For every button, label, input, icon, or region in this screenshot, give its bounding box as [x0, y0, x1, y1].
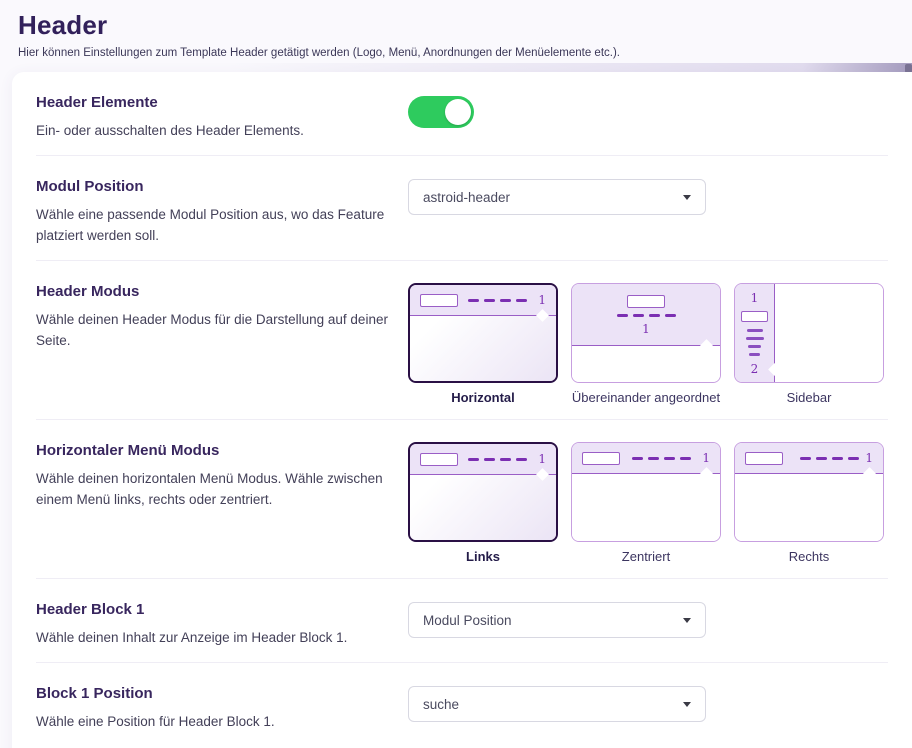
- block-number: 1: [702, 452, 710, 464]
- menu-modus-option-zentriert[interactable]: 1 Zentriert: [571, 442, 721, 564]
- select-value: astroid-header: [423, 190, 510, 205]
- logo-placeholder: [745, 452, 783, 465]
- block-number: 1: [642, 323, 650, 335]
- setting-row-block-1-position: Block 1 Position Wähle eine Position für…: [36, 663, 888, 746]
- select-value: Modul Position: [423, 613, 512, 628]
- setting-left-column: Horizontaler Menü Modus Wähle deinen hor…: [36, 442, 408, 510]
- preview-header-strip: 1: [410, 285, 556, 316]
- menu-dashes: [632, 457, 691, 460]
- setting-control: astroid-header: [408, 178, 888, 215]
- preview-body: [410, 316, 556, 381]
- setting-row-header-block-1: Header Block 1 Wähle deinen Inhalt zur A…: [36, 579, 888, 662]
- block-number: 1: [538, 294, 546, 306]
- menu-dashes-vertical: [746, 329, 764, 356]
- preview-body: [410, 475, 556, 540]
- setting-label: Horizontaler Menü Modus: [36, 442, 408, 459]
- chevron-down-icon: [683, 702, 691, 707]
- page-header: Header Hier können Einstellungen zum Tem…: [0, 0, 912, 59]
- header-modus-option-stacked[interactable]: 1 Übereinander angeordnet: [571, 283, 721, 405]
- option-label: Sidebar: [734, 390, 884, 405]
- setting-left-column: Header Elemente Ein- oder ausschalten de…: [36, 94, 408, 141]
- setting-left-column: Modul Position Wähle eine passende Modul…: [36, 178, 408, 246]
- block-number: 1: [865, 452, 873, 464]
- setting-description: Wähle deinen Inhalt zur Anzeige im Heade…: [36, 627, 391, 648]
- preview-body: [775, 284, 883, 382]
- preview-horizontal-layout: 1: [408, 283, 558, 383]
- setting-row-header-elemente: Header Elemente Ein- oder ausschalten de…: [36, 72, 888, 155]
- setting-label: Header Elemente: [36, 94, 408, 111]
- logo-placeholder: [420, 453, 458, 466]
- menu-dashes: [617, 314, 676, 317]
- header-elements-toggle[interactable]: [408, 96, 474, 128]
- setting-label: Block 1 Position: [36, 685, 408, 702]
- preview-sidebar-layout: 1 2: [734, 283, 884, 383]
- preview-menu-center: 1: [571, 442, 721, 542]
- preview-body: [735, 474, 883, 541]
- logo-placeholder: [741, 311, 768, 322]
- chevron-down-icon: [683, 195, 691, 200]
- header-modus-option-sidebar[interactable]: 1 2 Sidebar: [734, 283, 884, 405]
- setting-left-column: Block 1 Position Wähle eine Position für…: [36, 685, 408, 732]
- toggle-knob: [445, 99, 471, 125]
- menu-modus-option-links[interactable]: 1 Links: [408, 442, 558, 564]
- header-modus-option-horizontal[interactable]: 1 Horizontal: [408, 283, 558, 405]
- menu-dashes: [468, 458, 527, 461]
- setting-row-header-modus: Header Modus Wähle deinen Header Modus f…: [36, 261, 888, 419]
- page-subtitle: Hier können Einstellungen zum Template H…: [18, 47, 912, 59]
- setting-row-menu-modus: Horizontaler Menü Modus Wähle deinen hor…: [36, 420, 888, 578]
- header-block-1-select[interactable]: Modul Position: [408, 602, 706, 638]
- option-label: Links: [408, 549, 558, 564]
- block-1-position-select[interactable]: suche: [408, 686, 706, 722]
- logo-placeholder: [627, 295, 665, 308]
- setting-label: Header Block 1: [36, 601, 408, 618]
- preview-header-strip: 1: [572, 443, 720, 474]
- select-value: suche: [423, 697, 459, 712]
- setting-label: Modul Position: [36, 178, 408, 195]
- setting-description: Wähle eine passende Modul Position aus, …: [36, 204, 391, 246]
- option-label: Horizontal: [408, 390, 558, 405]
- settings-card: Header Elemente Ein- oder ausschalten de…: [12, 72, 912, 748]
- preview-stacked-layout: 1: [571, 283, 721, 383]
- preview-menu-right: 1: [734, 442, 884, 542]
- block-number: 1: [751, 292, 759, 304]
- page-title: Header: [18, 10, 912, 41]
- menu-dashes: [800, 457, 859, 460]
- preview-header-strip: 1: [410, 444, 556, 475]
- setting-description: Ein- oder ausschalten des Header Element…: [36, 120, 391, 141]
- setting-left-column: Header Modus Wähle deinen Header Modus f…: [36, 283, 408, 351]
- setting-row-modul-position: Modul Position Wähle eine passende Modul…: [36, 156, 888, 260]
- setting-control: [408, 94, 888, 128]
- card-top-shadow: [0, 63, 912, 72]
- menu-modus-options: 1 Links 1 Zentriert: [408, 442, 888, 564]
- setting-label: Header Modus: [36, 283, 408, 300]
- header-modus-options: 1 Horizontal 1 Übereinander angeordnet: [408, 283, 888, 405]
- preview-body: [572, 474, 720, 541]
- preview-menu-left: 1: [408, 442, 558, 542]
- preview-header-strip: 1: [735, 443, 883, 474]
- setting-control: Modul Position: [408, 601, 888, 638]
- logo-placeholder: [582, 452, 620, 465]
- preview-sidebar-strip: 1 2: [735, 284, 775, 382]
- block-number: 2: [751, 363, 759, 375]
- block-number: 1: [538, 453, 546, 465]
- setting-control: suche: [408, 685, 888, 722]
- logo-placeholder: [420, 294, 458, 307]
- menu-dashes: [468, 299, 527, 302]
- setting-description: Wähle eine Position für Header Block 1.: [36, 711, 391, 732]
- preview-header-strip: 1: [572, 284, 720, 346]
- option-label: Zentriert: [571, 549, 721, 564]
- setting-left-column: Header Block 1 Wähle deinen Inhalt zur A…: [36, 601, 408, 648]
- option-label: Rechts: [734, 549, 884, 564]
- option-label: Übereinander angeordnet: [571, 390, 721, 405]
- modul-position-select[interactable]: astroid-header: [408, 179, 706, 215]
- chevron-down-icon: [683, 618, 691, 623]
- menu-modus-option-rechts[interactable]: 1 Rechts: [734, 442, 884, 564]
- preview-body: [572, 346, 720, 382]
- setting-description: Wähle deinen Header Modus für die Darste…: [36, 309, 391, 351]
- setting-description: Wähle deinen horizontalen Menü Modus. Wä…: [36, 468, 391, 510]
